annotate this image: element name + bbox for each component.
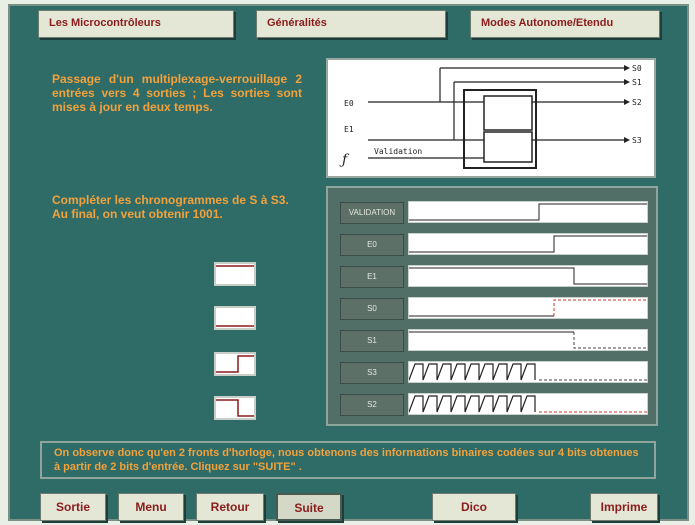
input-label-e1: E1 xyxy=(344,125,354,134)
signal-label-validation: VALIDATION xyxy=(340,202,404,224)
dico-button[interactable]: Dico xyxy=(432,493,516,521)
signal-label-e0: E0 xyxy=(340,234,404,256)
info-message: On observe donc qu'en 2 fronts d'horloge… xyxy=(40,441,656,479)
output-label-s0: S0 xyxy=(632,64,642,73)
waveform-low-icon xyxy=(216,325,254,327)
signal-trace-s2[interactable] xyxy=(408,393,648,415)
choice-box-4[interactable] xyxy=(214,396,256,420)
signal-trace-s0[interactable] xyxy=(408,297,648,319)
waveform-falling-icon xyxy=(216,399,254,417)
signal-label-s3: S3 xyxy=(340,362,404,384)
intro-text: Passage d'un multiplexage-verrouillage 2… xyxy=(52,72,302,114)
output-label-s3: S3 xyxy=(632,136,642,145)
signal-label-s2: S2 xyxy=(340,394,404,416)
validation-symbol: ƒ xyxy=(339,152,350,168)
task-text: Compléter les chronogrammes de S à S3. A… xyxy=(52,193,302,221)
menu-button[interactable]: Menu xyxy=(118,493,184,521)
output-label-s1: S1 xyxy=(632,78,642,87)
signal-trace-s1[interactable] xyxy=(408,329,648,351)
signal-label-s0: S0 xyxy=(340,298,404,320)
chronogram-panel: VALIDATION E0 E1 S0 S1 S3 S2 xyxy=(326,186,658,426)
choice-box-1[interactable] xyxy=(214,262,256,286)
signal-trace-e1[interactable] xyxy=(408,265,648,287)
imprime-button[interactable]: Imprime xyxy=(590,493,658,521)
signal-label-s1: S1 xyxy=(340,330,404,352)
waveform-rising-icon xyxy=(216,355,254,373)
input-label-e0: E0 xyxy=(344,99,354,108)
trace-validation xyxy=(409,203,647,221)
trace-e0 xyxy=(409,235,647,253)
tab-modes-autonome-etendu[interactable]: Modes Autonome/Etendu xyxy=(470,10,660,38)
signal-trace-s3[interactable] xyxy=(408,361,648,383)
latch-upper xyxy=(483,95,533,131)
trace-s0 xyxy=(409,299,647,317)
task-text-line-1: Compléter les chronogrammes de S à S3. xyxy=(52,193,289,207)
choice-box-3[interactable] xyxy=(214,352,256,376)
trace-s2 xyxy=(408,395,647,413)
latch-lower xyxy=(483,131,533,163)
output-label-s2: S2 xyxy=(632,98,642,107)
waveform-high-icon xyxy=(216,265,254,267)
retour-button[interactable]: Retour xyxy=(196,493,264,521)
trace-s3 xyxy=(408,363,647,381)
signal-trace-validation[interactable] xyxy=(408,201,648,223)
task-text-line-2: Au final, on veut obtenir 1001. xyxy=(52,207,223,221)
validation-label: Validation xyxy=(374,147,422,156)
tab-microcontroleurs[interactable]: Les Microcontrôleurs xyxy=(38,10,234,38)
tab-generalites[interactable]: Généralités xyxy=(256,10,446,38)
sortie-button[interactable]: Sortie xyxy=(40,493,106,521)
circuit-diagram: E0 E1 S0 S1 S2 S3 Validation ƒ xyxy=(339,64,642,169)
signal-label-e1: E1 xyxy=(340,266,404,288)
suite-button[interactable]: Suite xyxy=(276,493,342,521)
choice-box-2[interactable] xyxy=(214,306,256,330)
trace-e1 xyxy=(409,267,647,285)
circuit-schema: E0 E1 S0 S1 S2 S3 Validation ƒ xyxy=(326,58,656,178)
trace-s1 xyxy=(409,331,647,349)
signal-trace-e0[interactable] xyxy=(408,233,648,255)
